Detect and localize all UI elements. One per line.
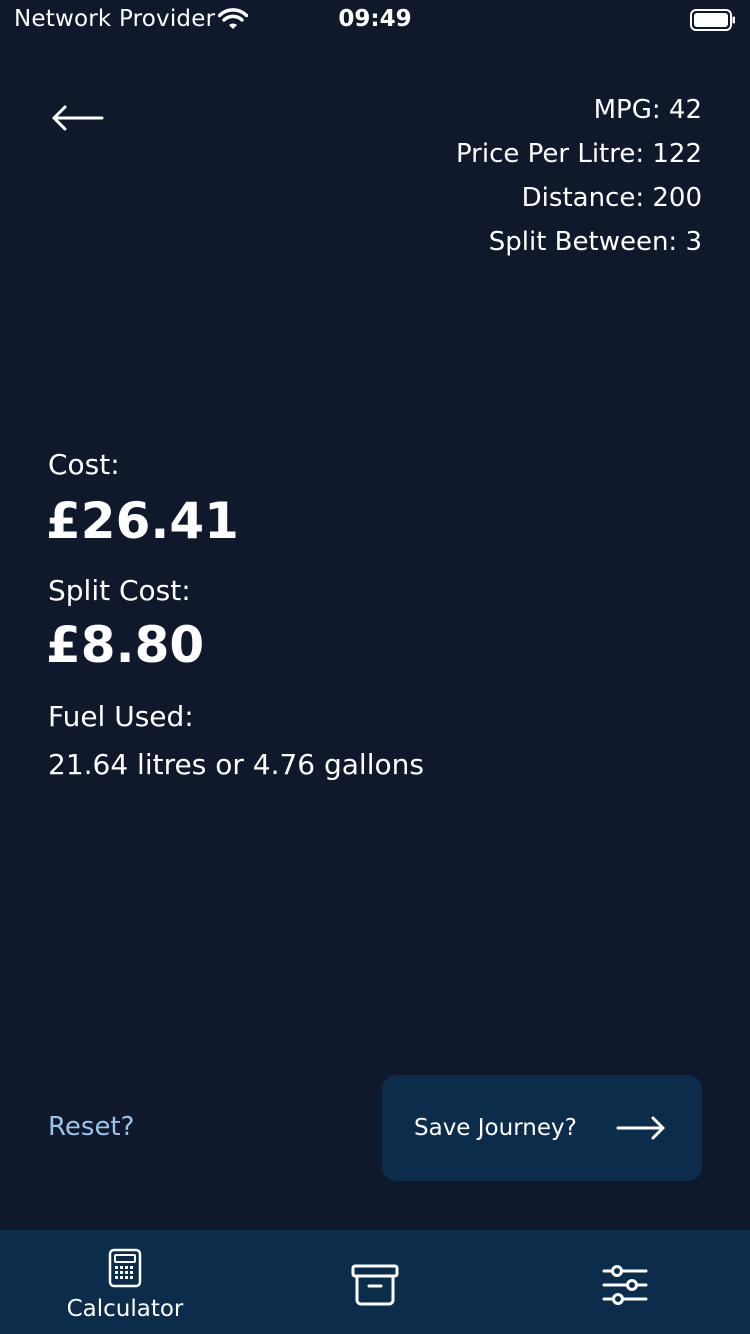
reset-link[interactable]: Reset? [48,1112,134,1142]
save-journey-button[interactable]: Save Journey? [382,1075,702,1181]
tab-saved-journeys[interactable] [250,1230,500,1334]
archive-icon [351,1264,399,1306]
distance-value: Distance: 200 [521,183,702,213]
tab-bar: Calculator [0,1230,750,1334]
tab-settings[interactable] [500,1230,750,1334]
sliders-icon [602,1265,648,1305]
split-cost-label: Split Cost: [48,574,191,607]
calculator-icon [108,1248,142,1288]
clock: 09:49 [338,6,412,32]
cost-label: Cost: [48,448,120,481]
price-per-litre-value: Price Per Litre: 122 [455,139,702,169]
arrow-right-icon [616,1116,665,1140]
split-between-value: Split Between: 3 [488,227,702,257]
journey-result-screen: Network Provider 09:49 MPG: 42 Price Per… [0,0,750,1334]
tab-calculator[interactable]: Calculator [0,1230,250,1334]
status-bar: Network Provider 09:49 [0,0,750,40]
mpg-value: MPG: 42 [593,95,702,125]
cost-value: £26.41 [46,492,239,550]
back-arrow-icon[interactable] [50,100,106,136]
save-journey-label: Save Journey? [414,1115,577,1141]
battery-icon [690,9,735,31]
split-cost-value: £8.80 [46,616,205,674]
tab-calculator-label: Calculator [66,1296,184,1322]
journey-summary: MPG: 42 Price Per Litre: 122 Distance: 2… [456,88,702,264]
fuel-used-value: 21.64 litres or 4.76 gallons [48,748,424,781]
fuel-used-label: Fuel Used: [48,700,194,733]
